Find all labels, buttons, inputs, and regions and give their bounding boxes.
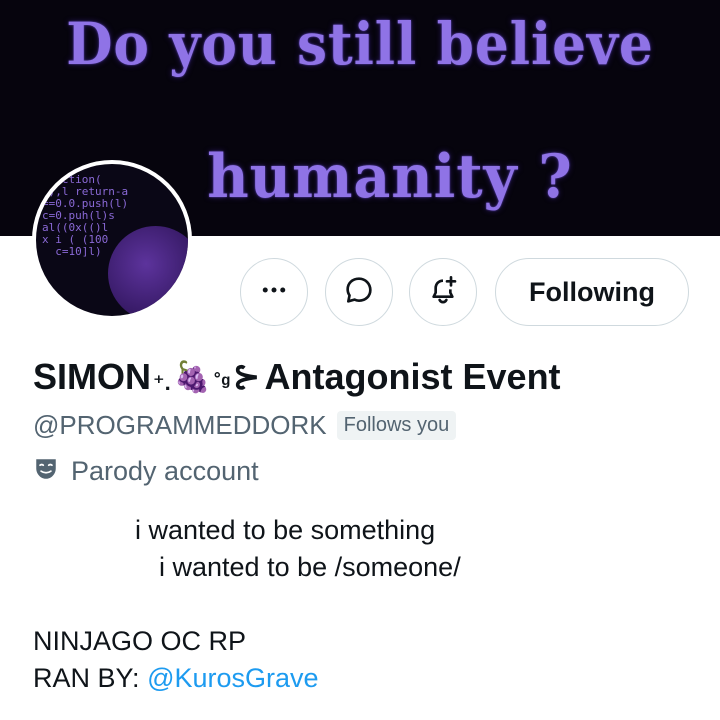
profile-avatar[interactable]: function( i),l return-a ==0.0.push(l) c=… [32, 160, 192, 320]
bio-spacer [33, 586, 693, 623]
more-icon [259, 275, 289, 310]
more-button[interactable] [240, 258, 308, 326]
bio-line-4: RAN BY: @KurosGrave [33, 660, 693, 697]
display-name: SIMON ⁺. 🍇 ˚ᵍ ⊱ Antagonist Event [33, 353, 561, 401]
bio-line-2: i wanted to be /someone/ [159, 552, 461, 582]
user-handle: @PROGRAMMEDDORK [33, 409, 327, 440]
parody-label-row: Parody account [33, 452, 259, 490]
name-decoration-left: ⁺. [153, 370, 171, 395]
follows-you-badge: Follows you [336, 410, 457, 440]
banner-text-line-1: Do you still believe [66, 10, 654, 78]
bio-line-3: NINJAGO OC RP [33, 626, 247, 656]
bell-plus-icon [427, 274, 459, 311]
message-icon [343, 274, 375, 311]
message-button[interactable] [325, 258, 393, 326]
bio-ran-by-label: RAN BY: [33, 663, 140, 693]
mention-link[interactable]: @KurosGrave [147, 663, 318, 693]
name-decoration-right: ˚ᵍ [214, 370, 231, 395]
following-button[interactable]: Following [495, 258, 689, 326]
display-name-start: SIMON [33, 356, 152, 397]
profile-bio: i wanted to be something i wanted to be … [33, 512, 693, 697]
parody-account-label: Parody account [71, 455, 259, 486]
handle-row: @PROGRAMMEDDORK Follows you [33, 407, 457, 443]
arrow-decoration: ⊱ [232, 358, 261, 396]
grape-emoji: 🍇 [173, 360, 212, 394]
notifications-button[interactable] [409, 258, 477, 326]
display-name-end: Antagonist Event [264, 356, 561, 397]
avatar-code-text: function( i),l return-a ==0.0.push(l) c=… [42, 173, 129, 258]
theater-mask-icon [33, 456, 59, 487]
banner-text-line-2: humanity ? [207, 142, 573, 212]
bio-line-1: i wanted to be something [135, 515, 436, 545]
